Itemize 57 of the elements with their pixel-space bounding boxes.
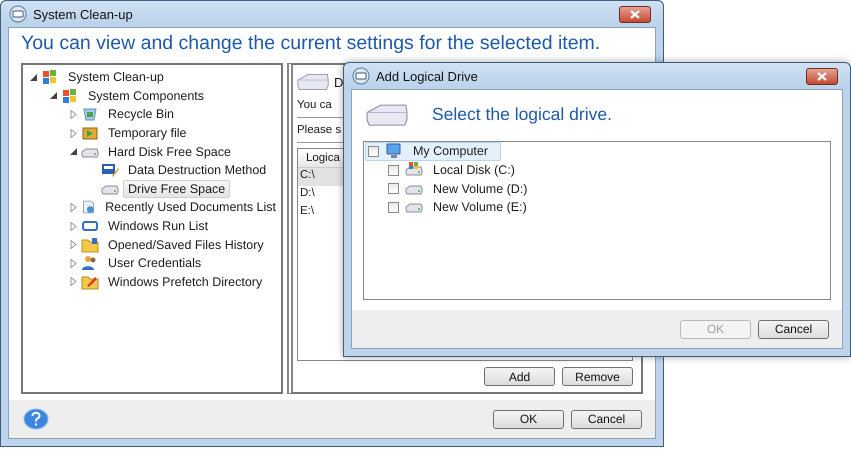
expand-arrow[interactable] (69, 240, 78, 250)
page-heading: You can view and change the current settings for the selected item. (20, 31, 602, 56)
numbered-list-icon (101, 161, 119, 180)
close-icon (817, 72, 827, 80)
tree-item[interactable]: Opened/Saved Files History (103, 236, 269, 254)
tree-item[interactable]: New Volume (E:) (433, 200, 527, 214)
checkbox[interactable] (388, 164, 399, 176)
dialog-title: Add Logical Drive (376, 68, 479, 84)
tree-item[interactable]: Windows Prefetch Directory (103, 272, 268, 291)
description-text: You ca (297, 99, 332, 111)
detail-title: D (334, 74, 344, 90)
tree-item[interactable]: Local Disk (C:) (433, 163, 515, 178)
document-icon (81, 198, 96, 216)
flag-icon (61, 86, 79, 105)
collapse-arrow[interactable] (29, 72, 38, 82)
hard-drive-icon (297, 72, 329, 92)
tree-item[interactable]: System Clean-up (63, 68, 169, 86)
app-icon (9, 5, 27, 23)
app-icon (352, 67, 370, 85)
collapse-arrow[interactable] (69, 147, 78, 156)
expand-arrow[interactable] (69, 110, 78, 119)
push-button[interactable]: Remove (562, 367, 633, 386)
tree-item[interactable]: Temporary file (103, 124, 192, 142)
push-button[interactable]: OK (493, 410, 564, 428)
push-button[interactable]: Add (484, 367, 555, 386)
expand-arrow[interactable] (69, 202, 78, 212)
tree-item[interactable]: Recently Used Documents List (100, 198, 281, 216)
help-icon[interactable] (23, 408, 49, 430)
computer-icon (385, 142, 403, 160)
close-button[interactable] (619, 6, 651, 22)
expand-arrow[interactable] (69, 222, 78, 231)
checkbox[interactable] (388, 202, 399, 213)
flag-icon (41, 68, 59, 86)
folder-icon (81, 236, 99, 254)
window-title: System Clean-up (33, 6, 134, 22)
close-icon (630, 10, 640, 18)
expand-arrow[interactable] (69, 258, 78, 268)
expand-arrow[interactable] (69, 277, 78, 286)
tree-item[interactable]: Hard Disk Free Space (103, 142, 236, 161)
expand-arrow[interactable] (69, 128, 78, 138)
checkbox[interactable] (388, 183, 399, 194)
tree-item[interactable]: Data Destruction Method (123, 161, 272, 180)
hard-drive-icon (366, 102, 408, 128)
push-button[interactable]: Cancel (571, 410, 642, 428)
tree-item[interactable]: Drive Free Space (123, 180, 230, 198)
close-button[interactable] (806, 68, 838, 84)
collapse-arrow[interactable] (49, 91, 58, 100)
checkbox[interactable] (368, 146, 379, 157)
push-button[interactable]: Cancel (758, 320, 829, 338)
tree-item[interactable]: Windows Run List (103, 217, 214, 236)
dialog-heading: Select the logical drive. (432, 104, 612, 126)
tree-item[interactable]: System Components (83, 86, 210, 105)
prompt-text: Please s (297, 124, 342, 136)
tree-item[interactable]: New Volume (D:) (433, 182, 528, 196)
tree-item[interactable]: Recycle Bin (103, 105, 179, 124)
column-header[interactable]: Logica (306, 152, 340, 164)
tree-item[interactable]: User Credentials (103, 254, 206, 272)
